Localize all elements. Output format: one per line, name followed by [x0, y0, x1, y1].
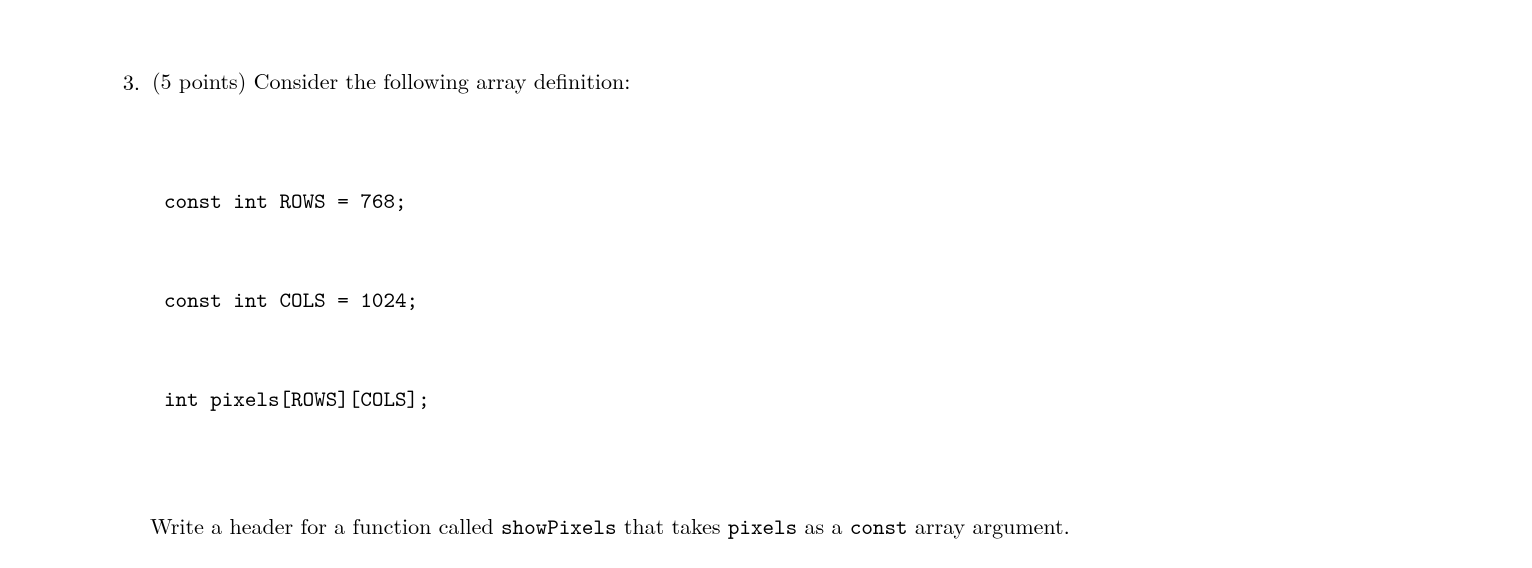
prompt-text: array argument.: [908, 510, 1070, 541]
question-points: (5 points): [152, 65, 246, 96]
prompt-text: Write a header for a function called: [150, 510, 501, 541]
question-body: (5 points) Consider the following array …: [152, 66, 1436, 543]
code-line: int pixels[ROWS][COLS];: [164, 382, 1436, 415]
question-intro: (5 points) Consider the following array …: [152, 66, 1436, 96]
function-name: showPixels: [501, 512, 617, 541]
code-line: const int ROWS = 768;: [164, 184, 1436, 217]
keyword-const: const: [850, 512, 908, 541]
code-line: const int COLS = 1024;: [164, 283, 1436, 316]
code-block: const int ROWS = 768; const int COLS = 1…: [164, 118, 1436, 481]
prompt-text: that takes: [617, 510, 728, 541]
array-name: pixels: [728, 512, 797, 541]
prompt-text: as a: [797, 510, 850, 541]
question-intro-text: Consider the following array definition:: [246, 65, 630, 96]
page-container: 3. (5 points) Consider the following arr…: [0, 0, 1532, 543]
question-number: 3.: [96, 66, 152, 97]
question-block: 3. (5 points) Consider the following arr…: [96, 66, 1436, 543]
question-prompt: Write a header for a function called sho…: [150, 509, 1436, 543]
